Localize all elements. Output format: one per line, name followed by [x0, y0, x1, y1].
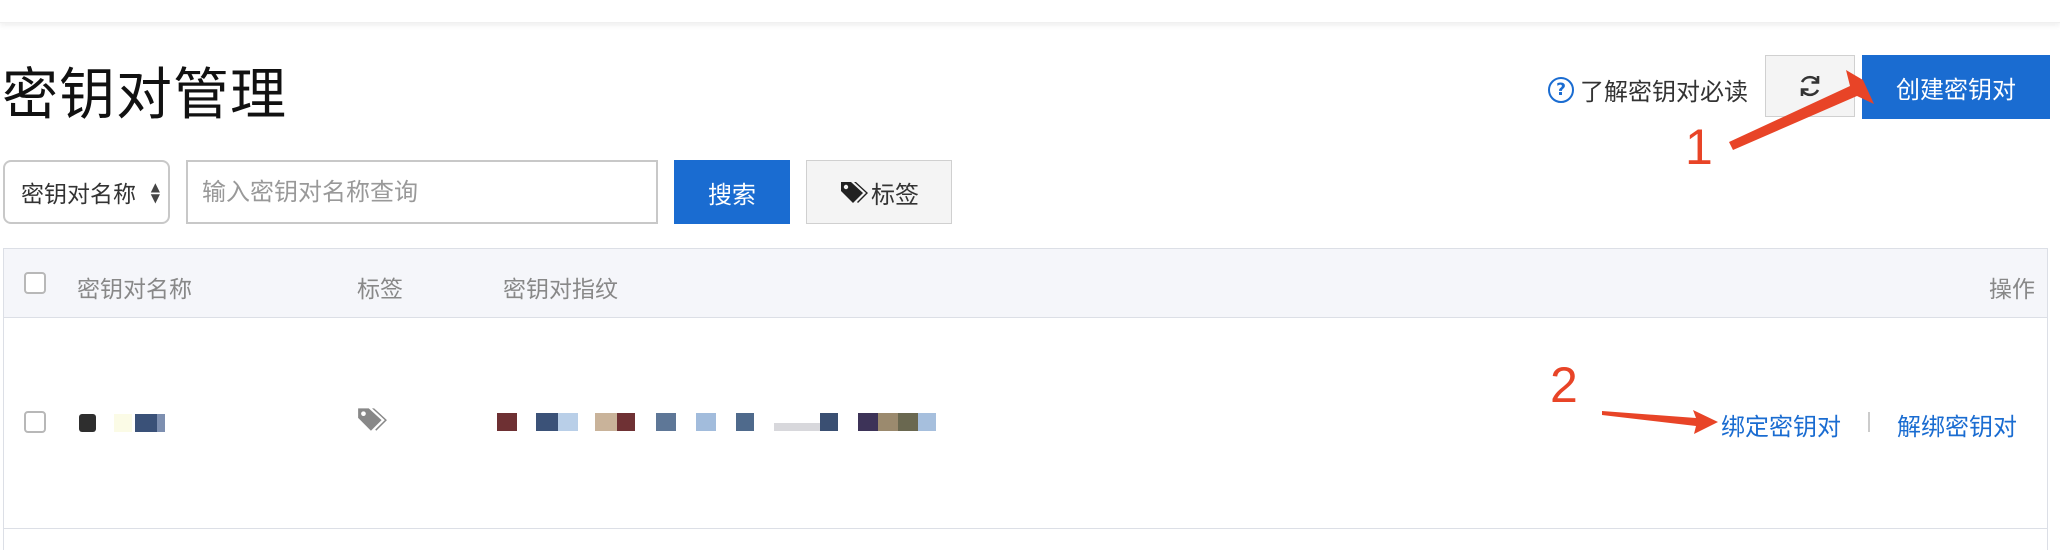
caret-updown-icon: ▲ ▼ [150, 180, 160, 205]
tag-filter-label: 标签 [871, 180, 919, 209]
tag-icon [841, 182, 868, 203]
refresh-button[interactable] [1765, 55, 1855, 117]
search-button[interactable]: 搜索 [674, 160, 790, 224]
help-link[interactable]: ? 了解密钥对必读 [1548, 72, 1748, 107]
select-all-checkbox[interactable] [24, 272, 46, 294]
search-field-select-value: 密钥对名称 [21, 182, 136, 208]
column-header-name: 密钥对名称 [77, 277, 192, 303]
column-header-actions: 操作 [1989, 277, 2035, 303]
tag-icon [358, 408, 387, 431]
search-field-select[interactable]: 密钥对名称 ▲ ▼ [3, 160, 170, 224]
action-separator [1868, 412, 1870, 432]
table-row: 绑定密钥对 解绑密钥对 [4, 318, 2047, 529]
keypair-table: 密钥对名称 标签 密钥对指纹 操作 绑定密钥对 解绑密钥对 [3, 248, 2048, 550]
refresh-icon [1800, 75, 1820, 97]
unbind-keypair-link[interactable]: 解绑密钥对 [1897, 407, 2017, 442]
question-circle-icon: ? [1548, 76, 1574, 103]
tag-filter-button[interactable]: 标签 [806, 160, 952, 224]
column-header-tags: 标签 [357, 277, 403, 303]
annotation-number-2: 2 [1550, 357, 1578, 413]
row-checkbox[interactable] [24, 411, 46, 433]
table-header: 密钥对名称 标签 密钥对指纹 操作 [4, 249, 2047, 318]
page-title: 密钥对管理 [2, 63, 287, 128]
keypair-fingerprint-redacted [494, 413, 944, 433]
help-link-label: 了解密钥对必读 [1580, 78, 1748, 106]
top-bar [0, 0, 2060, 23]
column-header-fingerprint: 密钥对指纹 [503, 277, 618, 303]
annotation-number-1: 1 [1685, 119, 1713, 175]
search-input[interactable] [186, 160, 658, 224]
bind-keypair-link[interactable]: 绑定密钥对 [1721, 407, 1841, 442]
create-keypair-button[interactable]: 创建密钥对 [1862, 55, 2050, 119]
keypair-name-redacted [74, 412, 184, 432]
